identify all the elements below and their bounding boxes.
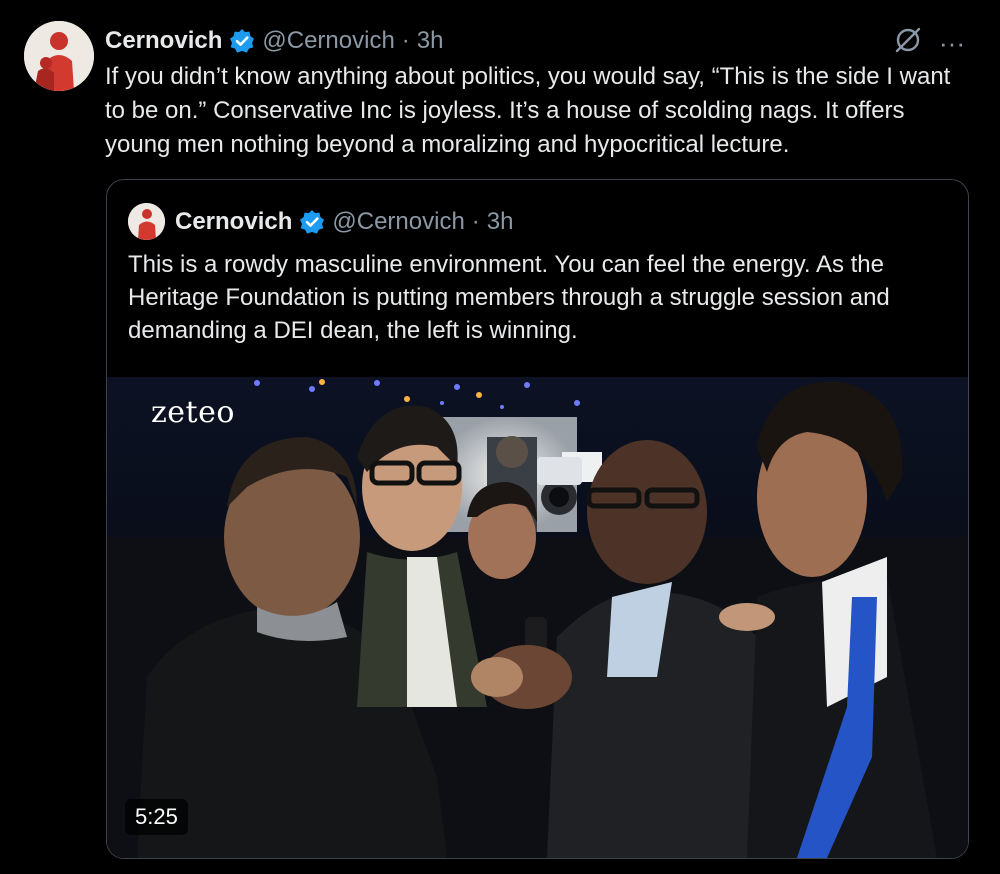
verified-badge-icon xyxy=(229,28,255,54)
timestamp[interactable]: 3h xyxy=(417,27,444,55)
video-frame xyxy=(107,377,968,858)
quoted-tweet-header: Cernovich @Cernovich · 3h xyxy=(175,204,514,240)
video-player[interactable]: zeteo 5:25 xyxy=(107,377,968,858)
separator-dot: · xyxy=(401,27,410,54)
quoted-author-handle[interactable]: @Cernovich xyxy=(332,208,464,236)
quoted-avatar[interactable] xyxy=(128,203,165,240)
video-watermark: zeteo xyxy=(151,395,235,430)
quoted-timestamp[interactable]: 3h xyxy=(487,208,514,236)
quoted-tweet-text: This is a rowdy masculine environment. Y… xyxy=(128,251,890,344)
grok-icon[interactable] xyxy=(893,25,923,61)
quoted-tweet-card[interactable]: Cernovich @Cernovich · 3h This is a rowd… xyxy=(106,179,969,859)
video-duration-badge: 5:25 xyxy=(125,799,188,835)
quoted-author-name[interactable]: Cernovich xyxy=(175,208,292,236)
avatar[interactable] xyxy=(24,21,94,91)
more-options-icon[interactable]: ··· xyxy=(939,28,965,58)
separator-dot: · xyxy=(471,208,480,235)
tweet-actions: ··· xyxy=(893,25,965,61)
author-handle[interactable]: @Cernovich xyxy=(262,27,394,55)
verified-badge-icon xyxy=(299,209,325,235)
tweet-header: Cernovich @Cernovich · 3h xyxy=(105,24,444,58)
author-name[interactable]: Cernovich xyxy=(105,27,222,55)
tweet-text: If you didn’t know anything about politi… xyxy=(105,63,951,158)
